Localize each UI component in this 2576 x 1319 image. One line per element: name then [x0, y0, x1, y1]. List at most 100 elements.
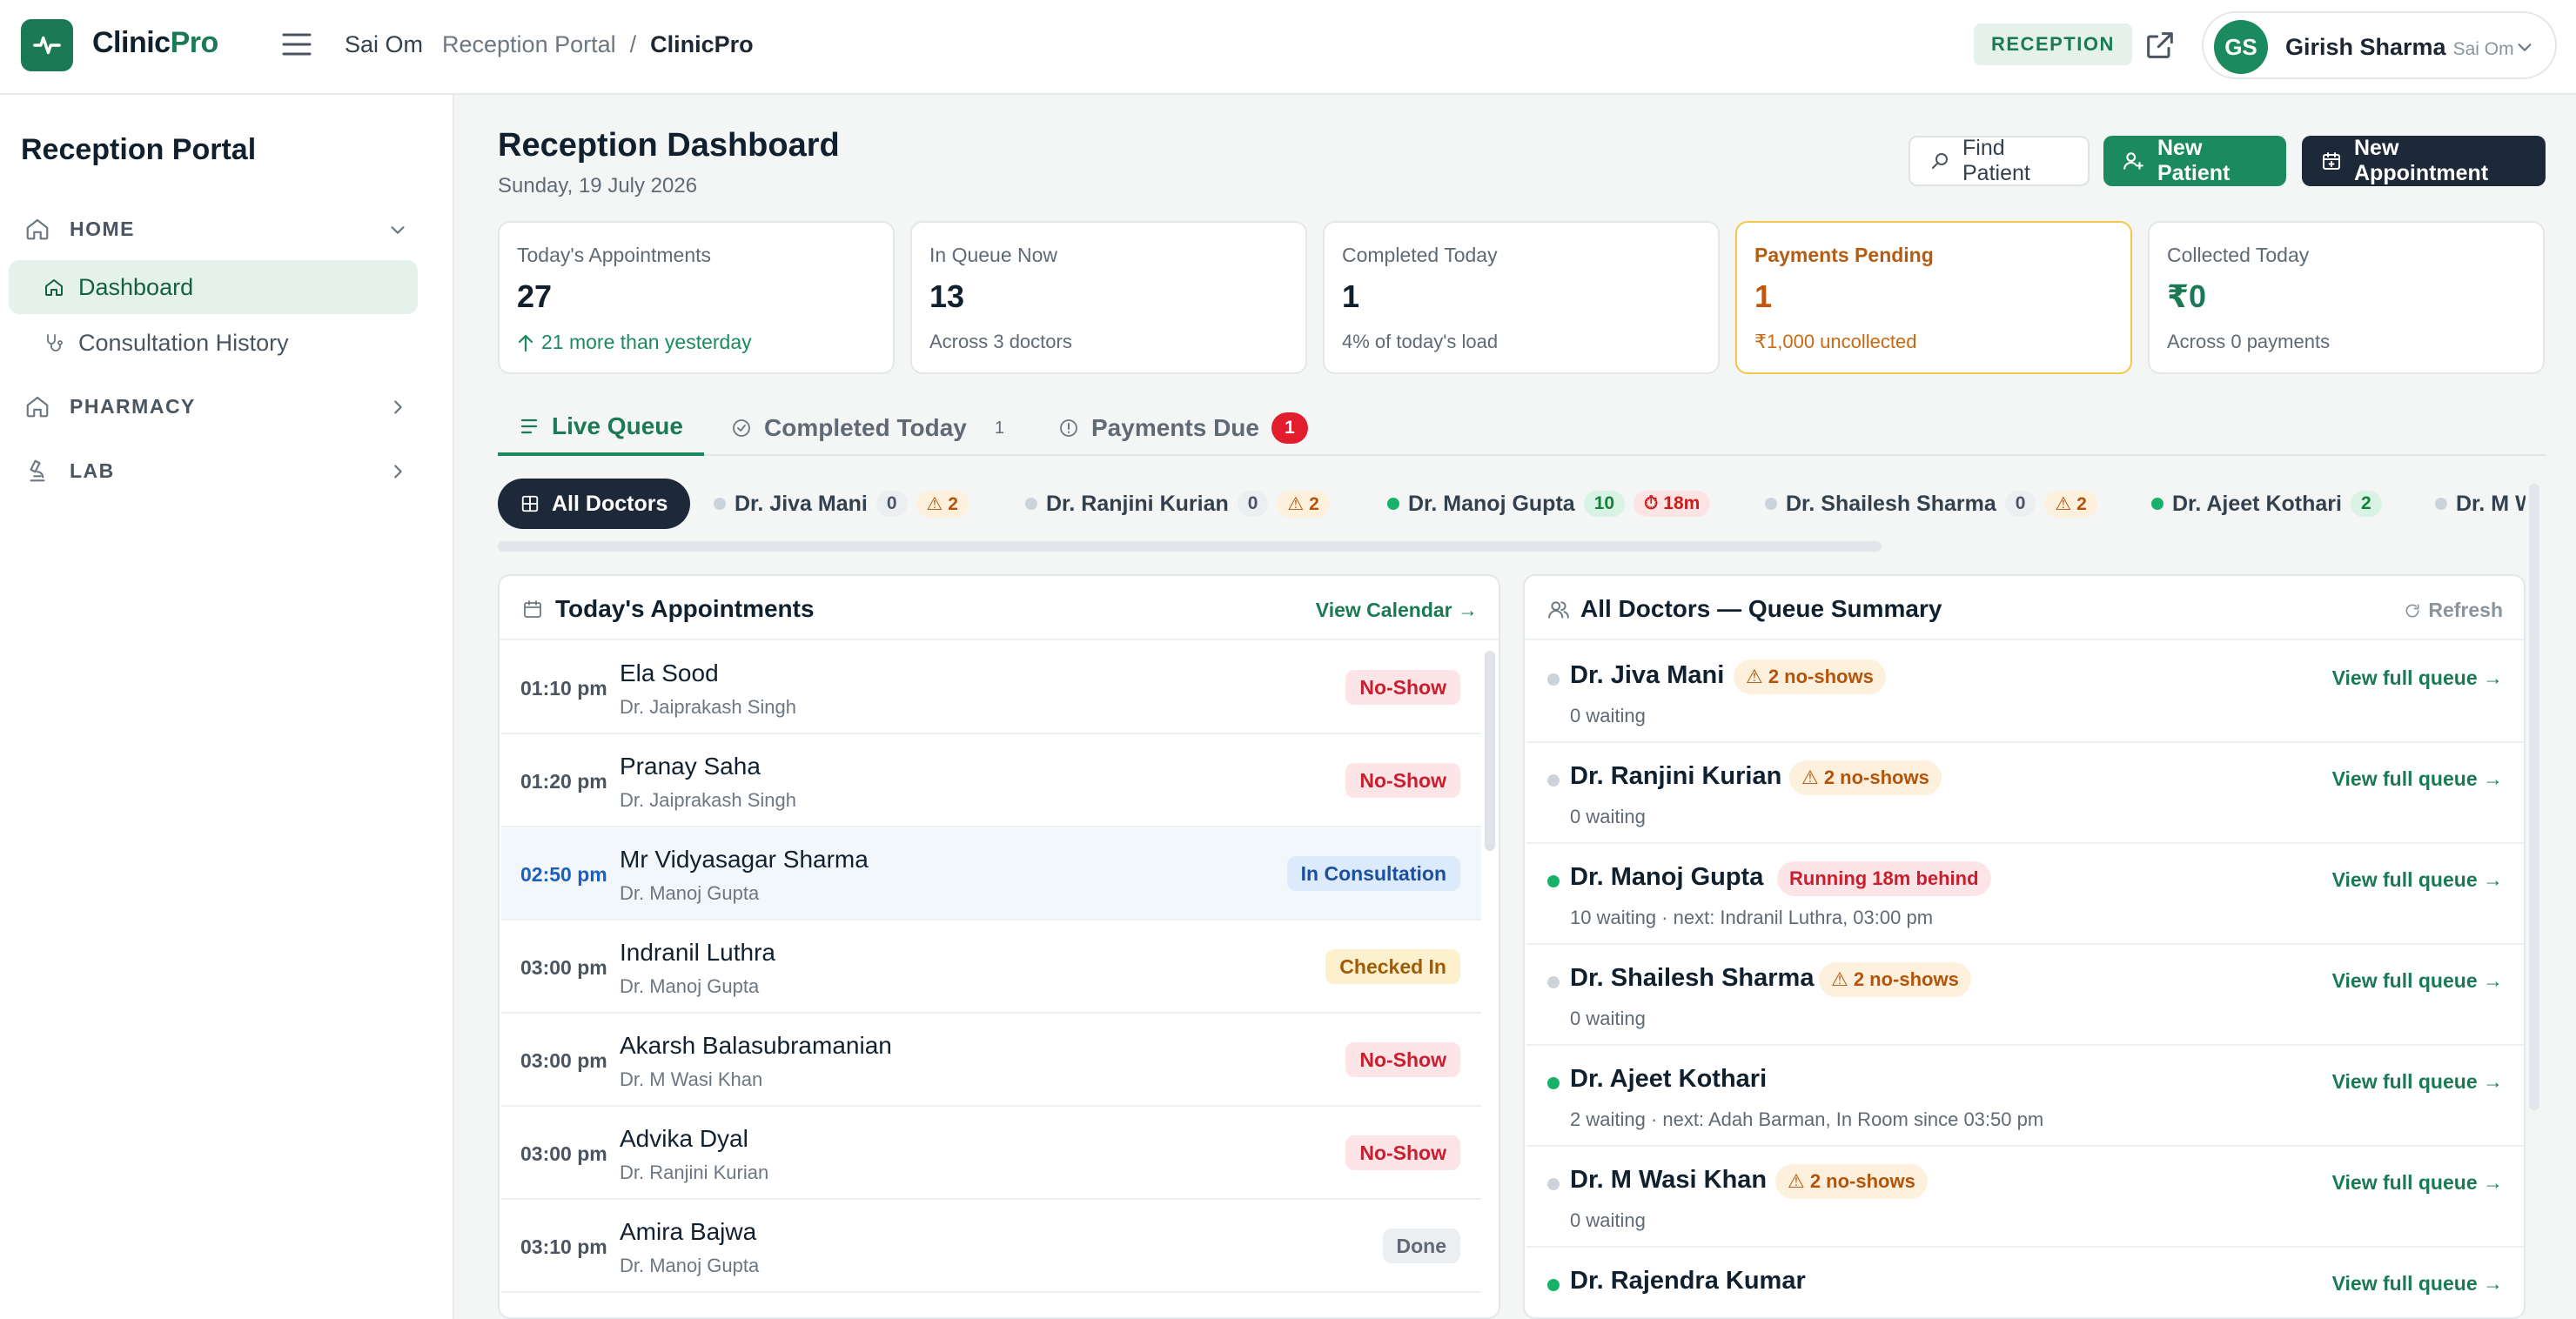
stat-card-payments-pending[interactable]: Payments Pending 1 ₹1,000 uncollected [1735, 221, 2132, 374]
tab-payments-due[interactable]: Payments Due 1 [1058, 400, 1308, 456]
appointment-row[interactable]: 03:00 pm Akarsh Balasubramanian Dr. M Wa… [501, 1014, 1481, 1107]
find-patient-button[interactable]: Find Patient [1909, 136, 2090, 186]
appointment-row[interactable]: 01:10 pm Ela Sood Dr. Jaiprakash Singh N… [501, 642, 1481, 734]
sidebar-item-dashboard[interactable]: Dashboard [9, 260, 418, 314]
status-dot [1547, 976, 1560, 988]
appointment-row[interactable]: 02:50 pm Mr Vidyasagar Sharma Dr. Manoj … [501, 828, 1481, 921]
doctor-chip-ranjini-kurian[interactable]: Dr. Ranjini Kurian 0 ⚠ 2 [1025, 479, 1330, 529]
queue-status: 10 waiting · next: Indranil Luthra, 03:0… [1570, 907, 1934, 928]
sidebar-section-lab[interactable]: LAB [24, 450, 407, 492]
brand-name[interactable]: ClinicPro [92, 26, 218, 60]
appointment-time: 03:00 pm [520, 1049, 607, 1072]
calendar-icon [522, 599, 543, 619]
doctor-name: Dr. Rajendra Kumar [1570, 1267, 1806, 1295]
menu-icon[interactable] [282, 31, 312, 57]
queue-row: Dr. Ranjini Kurian ⚠ 2 no-shows 0 waitin… [1526, 743, 2524, 844]
status-badge: No-Show [1345, 1135, 1460, 1170]
stethoscope-icon [44, 332, 64, 353]
chip-label: Dr. Ranjini Kurian [1046, 491, 1229, 516]
sidebar-section-home[interactable]: HOME [24, 208, 407, 250]
delay-badge: Running 18m behind [1777, 861, 1991, 896]
doctor-name: Dr. M Wasi Khan [620, 1068, 763, 1090]
view-full-queue-link[interactable]: View full queue → [2332, 1171, 2503, 1195]
sidebar-section-label: LAB [70, 459, 115, 482]
sidebar-section-label: PHARMACY [70, 394, 196, 418]
all-doctors-chip[interactable]: All Doctors [498, 479, 691, 529]
queue-summary-panel: All Doctors — Queue Summary Refresh Dr. … [1523, 574, 2526, 1319]
new-patient-button[interactable]: New Patient [2103, 136, 2286, 186]
stat-value: 1 [1754, 278, 1773, 314]
view-full-queue-link[interactable]: View full queue → [2332, 1272, 2503, 1296]
tab-label: Payments Due [1091, 414, 1259, 441]
queue-row: Dr. Jiva Mani ⚠ 2 no-shows 0 waiting Vie… [1526, 642, 2524, 743]
stat-subtext: 4% of today's load [1342, 331, 1499, 352]
view-full-queue-link[interactable]: View full queue → [2332, 868, 2503, 892]
doctor-chip-ajeet-kothari[interactable]: Dr. Ajeet Kothari 2 [2151, 479, 2382, 529]
stat-subtext: ₹1,000 uncollected [1754, 331, 1917, 352]
patient-name: Pranay Saha [620, 753, 761, 780]
appointment-row[interactable]: 03:00 pm Advika Dyal Dr. Ranjini Kurian … [501, 1108, 1481, 1200]
appointment-row[interactable]: 01:20 pm Pranay Saha Dr. Jaiprakash Sing… [501, 735, 1481, 827]
appointment-time: 01:20 pm [520, 770, 607, 793]
tab-count: 1 [994, 418, 1004, 438]
doctor-name: Dr. Jaiprakash Singh [620, 696, 796, 718]
queue-status: 0 waiting [1570, 705, 1646, 726]
doctor-chip-m-wasi-khan[interactable]: Dr. M W [2435, 479, 2526, 529]
user-menu[interactable]: GS Girish Sharma Sai Om [2202, 11, 2557, 79]
stat-label: In Queue Now [929, 244, 1058, 266]
tab-count-badge: 1 [1271, 412, 1308, 444]
chevron-right-icon [388, 398, 407, 417]
doctor-chip-jiva-mani[interactable]: Dr. Jiva Mani 0 ⚠ 2 [714, 479, 969, 529]
page-scrollbar[interactable] [2529, 484, 2539, 1110]
sidebar-section-pharmacy[interactable]: PHARMACY [24, 385, 407, 427]
status-badge: No-Show [1345, 763, 1460, 798]
sidebar-item-consultation-history[interactable]: Consultation History [9, 316, 418, 370]
queue-status: 2 waiting · next: Adah Barman, In Room s… [1570, 1108, 2044, 1130]
doctor-chip-shailesh-sharma[interactable]: Dr. Shailesh Sharma 0 ⚠ 2 [1765, 479, 2097, 529]
check-circle-icon [731, 418, 752, 439]
appointment-time: 03:00 pm [520, 1142, 607, 1165]
doctors-icon [1547, 599, 1570, 621]
horizontal-scrollbar[interactable] [498, 541, 1882, 552]
appointment-row[interactable]: 03:10 pm Amira Bajwa Dr. Manoj Gupta Don… [501, 1201, 1481, 1293]
tab-live-queue[interactable]: Live Queue [498, 400, 704, 456]
view-full-queue-link[interactable]: View full queue → [2332, 767, 2503, 791]
tab-completed-today[interactable]: Completed Today 1 [731, 400, 1004, 456]
sidebar-title: Reception Portal [21, 133, 257, 166]
stat-value: 1 [1342, 278, 1360, 314]
view-calendar-link[interactable]: View Calendar → [1316, 599, 1478, 622]
external-link-icon[interactable] [2143, 28, 2177, 63]
status-dot [2151, 498, 2163, 510]
find-patient-label: Find Patient [1962, 136, 2030, 185]
status-dot [1547, 1077, 1560, 1089]
doctor-chip-manoj-gupta[interactable]: Dr. Manoj Gupta 10 ⏱ 18m [1387, 479, 1711, 529]
chip-label: All Doctors [552, 491, 668, 516]
waiting-count: 2 [2350, 491, 2382, 517]
breadcrumb-portal[interactable]: Reception Portal [442, 31, 616, 58]
appointment-time: 01:10 pm [520, 677, 607, 700]
view-full-queue-link[interactable]: View full queue → [2332, 666, 2503, 690]
tab-label: Completed Today [764, 414, 967, 441]
panel-title: All Doctors — Queue Summary [1580, 595, 1942, 622]
refresh-button[interactable]: Refresh [2404, 599, 2503, 622]
appointment-row[interactable]: 03:00 pm Indranil Luthra Dr. Manoj Gupta… [501, 921, 1481, 1014]
queue-row: Dr. Shailesh Sharma ⚠ 2 no-shows 0 waiti… [1526, 945, 2524, 1046]
status-dot [1025, 498, 1037, 510]
queue-status: 0 waiting [1570, 806, 1646, 827]
chip-label: Dr. Manoj Gupta [1408, 491, 1575, 516]
grid-icon [520, 494, 540, 513]
new-appointment-button[interactable]: New Appointment [2302, 136, 2546, 186]
waiting-count: 0 [875, 491, 908, 517]
doctor-name: Dr. Ajeet Kothari [1570, 1065, 1768, 1093]
status-dot [1547, 1279, 1560, 1291]
view-full-queue-link[interactable]: View full queue → [2332, 969, 2503, 993]
no-show-count: ⚠ 2 [916, 490, 969, 518]
breadcrumb-current: ClinicPro [650, 31, 754, 57]
logo-icon[interactable] [21, 19, 73, 71]
no-show-badge: ⚠ 2 no-shows [1819, 962, 1971, 997]
top-bar: ClinicPro Sai Om Reception Portal / Clin… [0, 0, 2576, 95]
status-dot [1765, 498, 1777, 510]
stat-card-completed: Completed Today 1 4% of today's load [1323, 221, 1720, 374]
vertical-scrollbar[interactable] [1485, 651, 1495, 851]
view-full-queue-link[interactable]: View full queue → [2332, 1070, 2503, 1094]
